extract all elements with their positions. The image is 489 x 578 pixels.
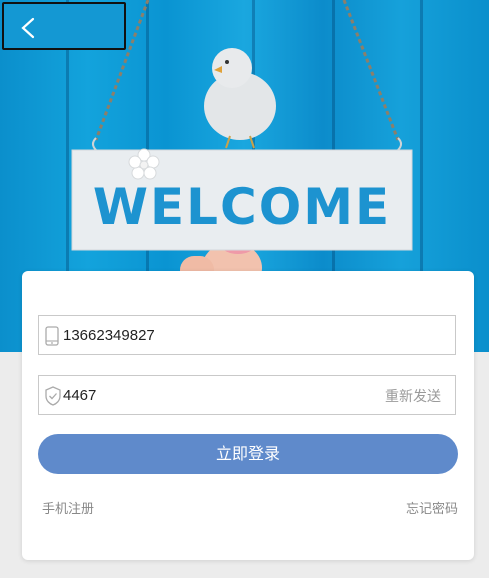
chevron-left-icon (21, 17, 35, 39)
code-input[interactable] (63, 376, 263, 414)
login-button[interactable]: 立即登录 (38, 434, 458, 474)
forgot-password-link[interactable]: 忘记密码 (406, 498, 458, 517)
back-button[interactable] (2, 2, 126, 50)
phone-icon (45, 326, 59, 346)
phone-input[interactable] (63, 316, 363, 354)
register-link[interactable]: 手机注册 (42, 498, 94, 517)
resend-code-button[interactable]: 重新发送 (385, 386, 441, 406)
login-card: 重新发送 立即登录 手机注册 忘记密码 (22, 271, 474, 560)
shield-check-icon (45, 386, 61, 406)
sign-text: WELCOME (93, 178, 391, 236)
phone-field[interactable] (38, 315, 456, 355)
code-field[interactable]: 重新发送 (38, 375, 456, 415)
